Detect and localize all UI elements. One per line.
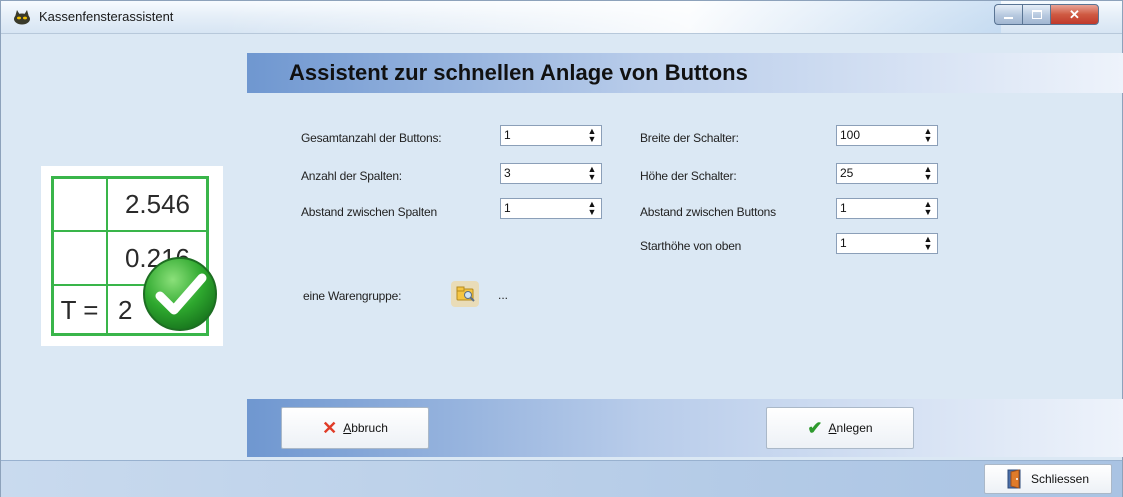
grid-cell-empty (51, 176, 108, 232)
columns-value: 3 (504, 166, 511, 180)
product-group-value: ... (498, 288, 509, 302)
spin-up-down-icon[interactable]: ▲ ▼ (921, 165, 935, 182)
button-width-label: Breite der Schalter: (640, 131, 739, 145)
cancel-x-icon: ✕ (322, 417, 338, 438)
close-icon: ✕ (1069, 6, 1080, 22)
cancel-label: Abbruch (343, 421, 388, 435)
maximize-icon (1031, 10, 1042, 19)
start-height-value: 1 (840, 236, 847, 250)
total-buttons-label: Gesamtanzahl der Buttons: (301, 131, 442, 145)
button-spacing-spinner[interactable]: 1 ▲ ▼ (836, 198, 938, 219)
create-label: Anlegen (828, 421, 873, 435)
button-spacing-label: Abstand zwischen Buttons (640, 205, 776, 219)
window-title: Kassenfensterassistent (39, 9, 174, 24)
minimize-button[interactable] (994, 4, 1022, 25)
button-height-spinner[interactable]: 25 ▲ ▼ (836, 163, 938, 184)
spin-up-down-icon[interactable]: ▲ ▼ (585, 127, 599, 144)
status-footer (1, 460, 1122, 497)
wizard-header: Assistent zur schnellen Anlage von Butto… (247, 53, 1123, 93)
column-spacing-value: 1 (504, 201, 511, 215)
button-width-spinner[interactable]: 100 ▲ ▼ (836, 125, 938, 146)
spin-up-down-icon[interactable]: ▲ ▼ (585, 165, 599, 182)
cancel-button[interactable]: ✕ Abbruch (281, 407, 429, 449)
product-group-label: eine Warengruppe: (303, 289, 402, 303)
assistant-window: Kassenfensterassistent ✕ 2.546 0.216 T =… (0, 0, 1123, 497)
checkmark-icon (143, 257, 217, 331)
close-window-button[interactable]: ✕ (1050, 4, 1099, 25)
checkmark-small-icon: ✔ (807, 417, 823, 438)
create-button[interactable]: ✔ Anlegen (766, 407, 914, 449)
cat-app-icon (14, 10, 30, 25)
start-height-spinner[interactable]: 1 ▲ ▼ (836, 233, 938, 254)
grid-cell-empty (51, 230, 108, 286)
folder-search-icon (456, 286, 475, 302)
page-title: Assistent zur schnellen Anlage von Butto… (289, 60, 748, 85)
grid-cell-label: T = (51, 284, 108, 336)
column-spacing-spinner[interactable]: 1 ▲ ▼ (500, 198, 602, 219)
columns-spinner[interactable]: 3 ▲ ▼ (500, 163, 602, 184)
button-height-value: 25 (840, 166, 854, 180)
grid-cell-value: 2.546 (106, 176, 209, 232)
start-height-label: Starthöhe von oben (640, 239, 742, 253)
spin-up-down-icon[interactable]: ▲ ▼ (921, 200, 935, 217)
wizard-illustration: 2.546 0.216 T = 2 (41, 166, 223, 346)
spin-up-down-icon[interactable]: ▲ ▼ (921, 235, 935, 252)
product-group-picker-button[interactable] (451, 281, 479, 307)
title-bar[interactable]: Kassenfensterassistent ✕ (1, 1, 1122, 34)
total-buttons-spinner[interactable]: 1 ▲ ▼ (500, 125, 602, 146)
minimize-icon (1004, 16, 1013, 19)
maximize-button[interactable] (1022, 4, 1050, 25)
spin-up-down-icon[interactable]: ▲ ▼ (585, 200, 599, 217)
exit-door-icon (1007, 469, 1021, 489)
column-spacing-label: Abstand zwischen Spalten (301, 205, 437, 219)
button-width-value: 100 (840, 128, 861, 142)
titlebar-gloss (221, 1, 1001, 33)
close-button[interactable]: Schliessen (984, 464, 1112, 494)
spin-up-down-icon[interactable]: ▲ ▼ (921, 127, 935, 144)
button-height-label: Höhe der Schalter: (640, 169, 737, 183)
columns-label: Anzahl der Spalten: (301, 169, 402, 183)
button-spacing-value: 1 (840, 201, 847, 215)
total-buttons-value: 1 (504, 128, 511, 142)
caption-buttons: ✕ (994, 4, 1118, 26)
close-button-label: Schliessen (1030, 472, 1090, 486)
